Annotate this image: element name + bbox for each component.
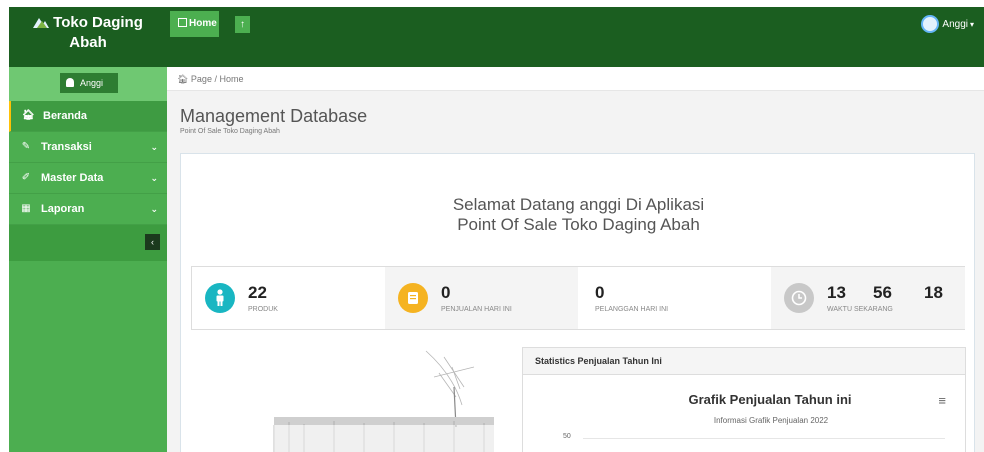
welcome-message: Selamat Datang anggi Di Aplikasi Point O… (181, 195, 976, 235)
sidebar-item-master-data[interactable]: ✐ Master Data ⌄ (9, 163, 167, 194)
top-navbar: Toko Daging Abah Home ↑ Anggi ▾ (9, 7, 984, 67)
user-name: Anggi (942, 19, 968, 30)
y-axis-tick: 50 (563, 433, 571, 440)
chevron-down-icon: ⌄ (150, 142, 158, 152)
brand-name-line2: Abah (69, 34, 107, 51)
home-label: Home (189, 18, 217, 29)
sidebar-item-label: Beranda (43, 110, 88, 122)
user-icon (66, 78, 74, 87)
stat-value: 0 (441, 283, 451, 302)
clock-icon (784, 283, 814, 313)
chart-subtitle: Informasi Grafik Penjualan 2022 (713, 416, 829, 425)
breadcrumb: 🏠︎ Page / Home (167, 67, 984, 91)
person-icon (205, 283, 235, 313)
home-doc-icon (178, 18, 187, 27)
page-subtitle: Point Of Sale Toko Daging Abah (180, 128, 280, 135)
pencil-icon: ✎ (21, 141, 31, 152)
stat-penjualan-hari-ini: 0 PENJUALAN HARI INI (385, 267, 578, 329)
chart-panel-header: Statistics Penjualan Tahun Ini (523, 348, 965, 375)
dashboard-panel: Selamat Datang anggi Di Aplikasi Point O… (180, 153, 975, 452)
sidebar-user-name: Anggi (80, 78, 104, 88)
avatar (921, 15, 940, 34)
welcome-line1: Selamat Datang anggi Di Aplikasi (452, 195, 705, 214)
caret-down-icon: ▾ (969, 20, 974, 29)
sidebar-item-label: Master Data (41, 172, 104, 184)
chart-gridline (583, 438, 945, 439)
clock-hours: 13 (827, 283, 846, 302)
clock-seconds: 18 (924, 283, 943, 302)
sidebar-item-transaksi[interactable]: ✎ Transaksi ⌄ (9, 132, 167, 163)
calendar-icon: ▦ (21, 203, 31, 214)
upload-icon: ↑ (240, 19, 245, 30)
sidebar-item-beranda[interactable]: 🏠︎ Beranda (9, 101, 167, 132)
stat-label: PENJUALAN HARI INI (441, 306, 512, 313)
chevron-down-icon: ⌄ (150, 204, 158, 214)
chart-menu-icon[interactable]: ≡ (938, 393, 946, 408)
satellite-dish-photo (194, 347, 504, 452)
welcome-line2: Point Of Sale Toko Daging Abah (457, 215, 700, 234)
sidebar-item-laporan[interactable]: ▦ Laporan ⌄ (9, 194, 167, 225)
user-menu[interactable]: Anggi ▾ (921, 14, 974, 36)
mountain-icon (33, 18, 50, 28)
stat-value: 0 (595, 283, 605, 302)
page-title: Management Database (180, 106, 368, 126)
home-button[interactable]: Home (170, 11, 219, 37)
home-icon: 🏠︎ (22, 110, 35, 121)
chart-title: Grafik Penjualan Tahun ini (688, 392, 852, 407)
sidebar-item-label: Transaksi (41, 141, 92, 153)
stat-produk: 22 PRODUK (192, 267, 385, 329)
stats-row: 22 PRODUK 0 PENJUALAN HARI INI 0 PELANGG… (191, 266, 965, 330)
stat-waktu-sekarang: 13 56 18 WAKTU SEKARANG (771, 267, 965, 329)
stat-label: PRODUK (248, 306, 278, 313)
sidebar-collapse-button[interactable]: ‹ (145, 234, 160, 250)
upload-button[interactable]: ↑ (235, 16, 250, 33)
book-icon (398, 283, 428, 313)
stat-pelanggan-hari-ini: 0 PELANGGAN HARI INI (578, 267, 771, 329)
sidebar-user-badge[interactable]: Anggi (60, 73, 118, 93)
sales-chart-panel: Statistics Penjualan Tahun Ini Grafik Pe… (522, 347, 966, 452)
brand-logo[interactable]: Toko Daging Abah (9, 7, 167, 67)
brand-name-line1: Toko Daging (53, 14, 143, 31)
sidebar: Anggi 🏠︎ Beranda ✎ Transaksi ⌄ ✐ Master … (9, 67, 167, 452)
sidebar-item-label: Laporan (41, 203, 85, 215)
main-content: Management Database Point Of Sale Toko D… (167, 91, 984, 452)
stat-label: WAKTU SEKARANG (827, 306, 893, 313)
stat-value: 22 (248, 283, 267, 302)
stat-label: PELANGGAN HARI INI (595, 306, 669, 313)
chevron-down-icon: ⌄ (150, 173, 158, 183)
sidebar-user-panel: Anggi (9, 67, 167, 101)
clock-minutes: 56 (873, 283, 892, 302)
edit-icon: ✐ (21, 172, 31, 183)
sidebar-footer: ‹ (9, 225, 167, 261)
